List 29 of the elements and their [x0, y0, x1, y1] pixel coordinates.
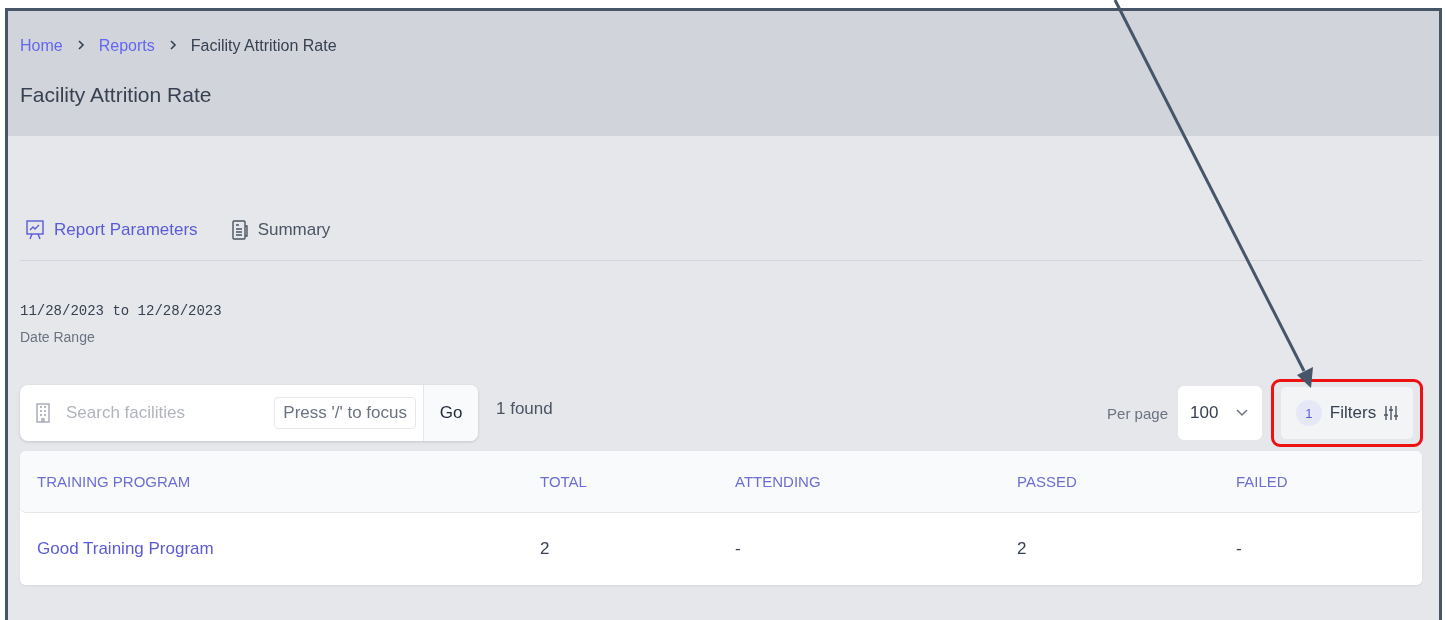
- filters-button[interactable]: 1 Filters: [1280, 386, 1414, 440]
- sliders-icon: [1384, 405, 1399, 421]
- tab[interactable]: Summary: [231, 220, 331, 240]
- column-header: FAILED: [1236, 473, 1288, 490]
- keyboard-hint: Press '/' to focus: [274, 397, 416, 429]
- chevron-down-icon: [1236, 409, 1248, 417]
- filter-count-badge: 1: [1295, 400, 1322, 426]
- date-range-value: 11/28/2023 to 12/28/2023: [20, 303, 223, 319]
- table-cell: 2: [1017, 539, 1027, 559]
- building-icon: [36, 403, 50, 423]
- per-page-label: Per page: [1107, 404, 1168, 422]
- document-icon: [231, 220, 248, 240]
- column-header: TRAINING PROGRAM: [37, 473, 191, 490]
- date-range-label: Date Range: [20, 329, 96, 345]
- page-title: Facility Attrition Rate: [20, 83, 213, 107]
- table-cell: -: [1236, 539, 1242, 559]
- column-header: PASSED: [1017, 473, 1077, 490]
- chart-board-icon: [26, 220, 44, 240]
- column-header: ATTENDING: [735, 473, 821, 490]
- tab[interactable]: Report Parameters: [26, 220, 198, 240]
- per-page-select[interactable]: 100: [1178, 386, 1262, 440]
- search-field[interactable]: Search facilities Press '/' to focus Go: [20, 385, 478, 441]
- table-cell: -: [735, 539, 741, 559]
- table-cell: 2: [540, 539, 550, 559]
- column-header: TOTAL: [540, 473, 587, 490]
- program-link[interactable]: Good Training Program: [37, 539, 214, 559]
- go-button[interactable]: Go: [423, 385, 478, 441]
- breadcrumb-current: Facility Attrition Rate: [190, 37, 337, 55]
- result-count: 1 found: [496, 399, 553, 419]
